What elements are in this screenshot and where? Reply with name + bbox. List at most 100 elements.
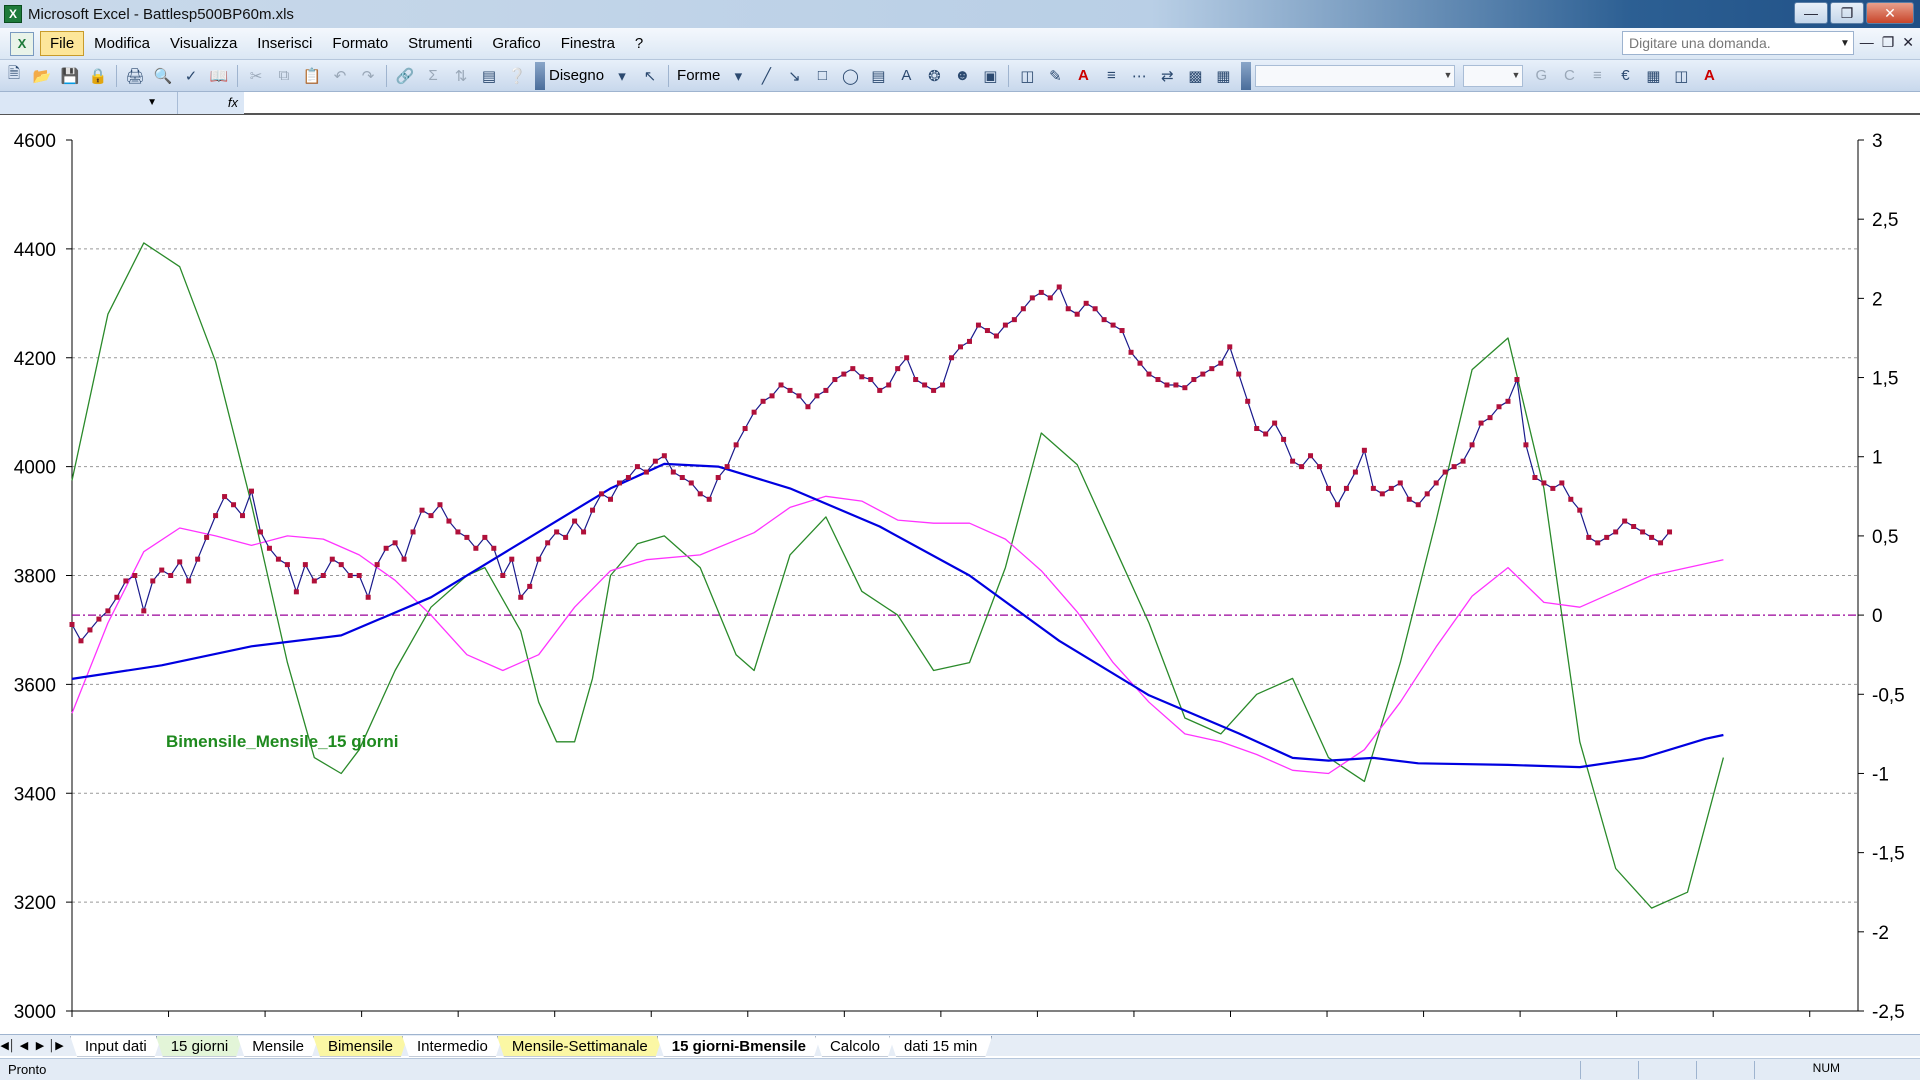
- prev-sheet-icon[interactable]: ◀: [16, 1039, 32, 1052]
- series-price-point: [886, 382, 892, 388]
- sheet-tab-5[interactable]: Mensile-Settimanale: [497, 1036, 663, 1057]
- help-icon[interactable]: ❔: [505, 64, 529, 88]
- series-price-point: [186, 578, 192, 584]
- chevron-down-icon[interactable]: ▾: [610, 64, 634, 88]
- redo-icon[interactable]: ↷: [356, 64, 380, 88]
- fill-color-icon[interactable]: ◫: [1015, 64, 1039, 88]
- italic-icon[interactable]: C: [1557, 64, 1581, 88]
- dash-style-icon[interactable]: ⋯: [1127, 64, 1151, 88]
- borders-icon[interactable]: ▦: [1641, 64, 1665, 88]
- arrow-icon[interactable]: ↘: [782, 64, 806, 88]
- select-objects-icon[interactable]: ↖: [638, 64, 662, 88]
- ask-question-input[interactable]: Digitare una domanda. ▼: [1622, 31, 1854, 55]
- sheet-tab-6[interactable]: 15 giorni-Bmensile: [657, 1036, 821, 1057]
- font-color-icon[interactable]: A: [1697, 64, 1721, 88]
- sheet-tab-7[interactable]: Calcolo: [815, 1036, 895, 1057]
- diagram-icon[interactable]: ❂: [922, 64, 946, 88]
- menu-formato[interactable]: Formato: [322, 31, 398, 56]
- sheet-tab-0[interactable]: Input dati: [70, 1036, 162, 1057]
- series-price-point: [904, 355, 910, 361]
- menu-file[interactable]: File: [40, 31, 85, 56]
- fx-icon[interactable]: fx: [178, 92, 244, 114]
- menu-visualizza[interactable]: Visualizza: [160, 31, 247, 56]
- excel-icon[interactable]: X: [4, 5, 22, 23]
- y-right-tick-label: 2,5: [1872, 210, 1898, 231]
- chevron-down-icon[interactable]: ▼: [1836, 31, 1854, 55]
- sheet-tab-1[interactable]: 15 giorni: [156, 1036, 244, 1057]
- chevron-down-icon[interactable]: ▼: [147, 97, 157, 108]
- line-style-icon[interactable]: ≡: [1099, 64, 1123, 88]
- toolbar-handle[interactable]: [535, 61, 545, 90]
- series-price-point: [1505, 398, 1511, 404]
- arrow-style-icon[interactable]: ⇄: [1155, 64, 1179, 88]
- autosum-icon[interactable]: Σ: [421, 64, 445, 88]
- menu-modifica[interactable]: Modifica: [84, 31, 160, 56]
- fill-color-icon[interactable]: ◫: [1669, 64, 1693, 88]
- print-preview-icon[interactable]: 🔍: [151, 64, 175, 88]
- spelling-icon[interactable]: ✓: [179, 64, 203, 88]
- last-sheet-icon[interactable]: │▶: [48, 1039, 64, 1052]
- chart-annotation[interactable]: Bimensile_Mensile_15 giorni: [166, 732, 398, 751]
- permission-icon[interactable]: 🔒: [86, 64, 110, 88]
- menu-finestra[interactable]: Finestra: [551, 31, 625, 56]
- line-chart[interactable]: 3000 3200 3400 3600 3800 4000 4200 4400 4600 -2,5…: [0, 116, 1920, 1034]
- font-size-combo[interactable]: ▼: [1463, 64, 1524, 87]
- menu-help[interactable]: ?: [625, 31, 653, 56]
- font-color-icon[interactable]: A: [1071, 64, 1095, 88]
- sheet-tab-8[interactable]: dati 15 min: [889, 1036, 992, 1057]
- doc-close-button[interactable]: ✕: [1902, 34, 1914, 51]
- undo-icon[interactable]: ↶: [328, 64, 352, 88]
- next-sheet-icon[interactable]: ▶: [32, 1039, 48, 1052]
- euro-icon[interactable]: €: [1613, 64, 1637, 88]
- bold-icon[interactable]: G: [1529, 64, 1553, 88]
- workbook-icon[interactable]: X: [10, 31, 34, 56]
- chart-wizard-icon[interactable]: ▤: [477, 64, 501, 88]
- doc-restore-button[interactable]: ❐: [1882, 34, 1895, 51]
- hyperlink-icon[interactable]: 🔗: [393, 64, 417, 88]
- print-icon[interactable]: 🖨: [123, 64, 147, 88]
- picture-icon[interactable]: ▣: [978, 64, 1002, 88]
- toolbar-handle[interactable]: [1241, 61, 1252, 90]
- close-button[interactable]: ✕: [1866, 2, 1914, 24]
- series-price-point: [1164, 382, 1170, 388]
- forme-menu[interactable]: Forme: [673, 67, 724, 84]
- series-price-point: [922, 382, 928, 388]
- save-icon[interactable]: 💾: [58, 64, 82, 88]
- sort-icon[interactable]: ⇅: [449, 64, 473, 88]
- restore-button[interactable]: ❐: [1830, 2, 1864, 24]
- cut-icon[interactable]: ✂: [244, 64, 268, 88]
- chart-area[interactable]: 3000 3200 3400 3600 3800 4000 4200 4400 4600 -2,5…: [0, 116, 1920, 1040]
- copy-icon[interactable]: ⧉: [272, 64, 296, 88]
- doc-minimize-button[interactable]: —: [1860, 34, 1874, 51]
- oval-icon[interactable]: ◯: [838, 64, 862, 88]
- minimize-button[interactable]: —: [1794, 2, 1828, 24]
- menu-inserisci[interactable]: Inserisci: [247, 31, 322, 56]
- series-price-point: [733, 442, 739, 448]
- chevron-down-icon[interactable]: ▾: [726, 64, 750, 88]
- shadow-icon[interactable]: ▩: [1183, 64, 1207, 88]
- open-folder-icon[interactable]: 📂: [30, 64, 54, 88]
- menu-strumenti[interactable]: Strumenti: [398, 31, 482, 56]
- textbox-icon[interactable]: ▤: [866, 64, 890, 88]
- paste-icon[interactable]: 📋: [300, 64, 324, 88]
- first-sheet-icon[interactable]: ◀│: [0, 1039, 16, 1052]
- align-icon[interactable]: ≡: [1585, 64, 1609, 88]
- new-file-icon[interactable]: 🗎: [2, 64, 26, 88]
- name-box[interactable]: ▼: [0, 92, 178, 114]
- rectangle-icon[interactable]: □: [810, 64, 834, 88]
- line-icon[interactable]: ╱: [754, 64, 778, 88]
- sheet-tab-2[interactable]: Mensile: [237, 1036, 319, 1057]
- sheet-tab-4[interactable]: Intermedio: [402, 1036, 503, 1057]
- disegno-menu[interactable]: Disegno: [545, 67, 608, 84]
- 3d-icon[interactable]: ▦: [1211, 64, 1235, 88]
- y-right-tick-label: 1: [1872, 448, 1883, 469]
- sheet-tab-3[interactable]: Bimensile: [313, 1036, 408, 1057]
- research-icon[interactable]: 📖: [207, 64, 231, 88]
- series-price-point: [1478, 420, 1484, 426]
- series-price-point: [949, 355, 955, 361]
- line-color-icon[interactable]: ✎: [1043, 64, 1067, 88]
- clipart-icon[interactable]: ☻: [950, 64, 974, 88]
- menu-grafico[interactable]: Grafico: [482, 31, 550, 56]
- font-name-combo[interactable]: ▼: [1255, 64, 1456, 87]
- wordart-icon[interactable]: A: [894, 64, 918, 88]
